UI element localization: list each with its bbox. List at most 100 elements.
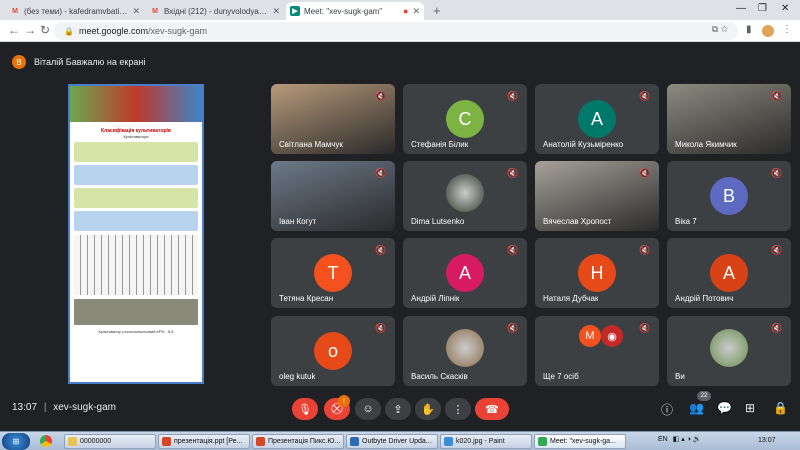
tab-gmail-2[interactable]: M Вхідні (212) - dunyvolodya@gmail ✕ <box>146 2 284 20</box>
address-bar[interactable]: 🔒 meet.google.com/xev-sugk-gam ⧉ ☆ <box>54 22 738 40</box>
mic-muted-icon: 🔇 <box>639 244 651 255</box>
chrome-icon[interactable] <box>40 435 52 447</box>
participant-tile[interactable]: o 🔇 oleg kutuk <box>271 316 395 386</box>
mic-muted-icon: 🔇 <box>507 167 519 178</box>
tab-meet[interactable]: ▶ Meet: "xev-sugk-gam" ● ✕ <box>286 2 424 20</box>
tab-gmail-1[interactable]: M (без теми) - kafedramvbati@gm ✕ <box>6 2 144 20</box>
presenter-text: Віталій Бавжалю на екрані <box>34 57 146 67</box>
participant-tile[interactable]: Н 🔇 Наталя Дубчак <box>535 238 659 308</box>
tab-title: (без теми) - kafedramvbati@gm <box>24 6 129 16</box>
participant-tile[interactable]: 🔇 Микола Якимчик <box>667 84 791 154</box>
present-button[interactable]: ⇪ <box>385 398 411 420</box>
raise-hand-button[interactable]: ✋ <box>415 398 441 420</box>
tray-icons[interactable]: ◧ ▴ ◑ 🔊 <box>673 435 702 443</box>
participant-avatar-photo <box>446 329 484 367</box>
more-options-button[interactable]: ⋮ <box>445 398 471 420</box>
taskbar-button[interactable]: k020.jpg - Paint <box>440 434 532 449</box>
browser-tab-bar: M (без теми) - kafedramvbati@gm ✕ M Вхід… <box>0 0 800 20</box>
participant-name: Стефанія Білик <box>411 140 469 149</box>
mic-muted-icon: 🔇 <box>771 167 783 178</box>
chat-icon[interactable]: 💬 <box>717 401 732 415</box>
slide-subtitle: Культиватори <box>123 134 149 139</box>
activities-icon[interactable]: ⊞ <box>745 401 755 415</box>
participant-name: Анатолій Кузьміренко <box>543 140 624 149</box>
participant-name: Наталя Дубчак <box>543 294 599 303</box>
start-button[interactable]: ⊞ <box>2 433 30 450</box>
app-icon <box>256 437 265 446</box>
mic-muted-icon: 🔇 <box>507 244 519 255</box>
participant-tile[interactable]: 🔇 Ви <box>667 316 791 386</box>
participant-name: Микола Якимчик <box>675 140 737 149</box>
participant-tile[interactable]: 🔇 Іван Когут <box>271 161 395 231</box>
taskbar-label: Meet: "xev-sugk-ga... <box>550 438 616 445</box>
participant-tile[interactable]: Т 🔇 Тетяна Кресан <box>271 238 395 308</box>
participant-tile[interactable]: М ◉ 🔇 Ще 7 осіб <box>535 316 659 386</box>
participant-name: Dima Lutsenko <box>411 217 465 226</box>
taskbar-button[interactable]: презентація.ppt [Ре... <box>158 434 250 449</box>
close-icon[interactable]: ✕ <box>412 6 420 17</box>
participant-tile[interactable]: 🔇 Світлана Мамчук <box>271 84 395 154</box>
participant-tile[interactable]: А 🔇 Андрій Потович <box>667 238 791 308</box>
app-icon <box>350 437 359 446</box>
system-tray: EN ◧ ▴ ◑ 🔊 <box>658 435 702 444</box>
participant-name: Андрій Потович <box>675 294 734 303</box>
people-icon[interactable]: 👥 <box>689 401 704 415</box>
captions-button[interactable]: ☺ <box>355 398 381 420</box>
shared-screen[interactable]: Класифікація культиваторів Культиватори … <box>68 84 204 384</box>
mic-muted-icon: 🔇 <box>375 90 387 101</box>
share-icon[interactable]: ⧉ ☆ <box>712 24 728 35</box>
participant-tile[interactable]: 🔇 Вячеслав Хропост <box>535 161 659 231</box>
slide-block <box>74 211 198 231</box>
mic-muted-icon: 🔇 <box>375 167 387 178</box>
slide-block <box>74 165 198 185</box>
profile-avatar[interactable] <box>762 25 774 37</box>
taskbar-label: 00000000 <box>80 438 112 445</box>
close-icon[interactable]: ✕ <box>132 6 140 17</box>
info-icon[interactable]: ⓘ <box>661 401 673 418</box>
mic-muted-icon: 🔇 <box>771 90 783 101</box>
leave-call-button[interactable]: ☎ <box>475 398 509 420</box>
back-icon[interactable]: ← <box>8 23 20 37</box>
close-window-icon[interactable]: ✕ <box>781 3 789 14</box>
side-panel-icon[interactable]: ▮ <box>746 24 752 35</box>
mic-muted-icon: 🔇 <box>639 90 651 101</box>
mic-off-button[interactable]: 🎙 <box>292 398 318 420</box>
participant-name: Іван Когут <box>279 217 317 226</box>
participant-tile[interactable]: 🔇 Василь Скасків <box>403 316 527 386</box>
taskbar-label: Презентація Пикс.Ю... <box>268 438 341 445</box>
minimize-icon[interactable]: — <box>736 3 746 14</box>
participant-avatar: o <box>314 332 352 370</box>
host-controls-icon[interactable]: 🔒 <box>773 401 788 415</box>
mic-muted-icon: 🔇 <box>771 322 783 333</box>
forward-icon[interactable]: → <box>24 23 36 37</box>
taskbar-button[interactable]: Meet: "xev-sugk-ga... <box>534 434 626 449</box>
participant-name: Василь Скасків <box>411 372 468 381</box>
slide-header-image <box>70 86 202 122</box>
participant-tile[interactable]: 🔇 Dima Lutsenko <box>403 161 527 231</box>
mic-muted-icon: 🔇 <box>375 322 387 333</box>
url-host: meet.google.com <box>78 26 149 36</box>
maximize-icon[interactable]: ❐ <box>758 3 767 14</box>
participant-name: oleg kutuk <box>279 372 316 381</box>
gmail-icon: M <box>12 7 18 15</box>
participant-tile[interactable]: А 🔇 Андрій Ліпнік <box>403 238 527 308</box>
lock-icon: 🔒 <box>64 26 74 36</box>
participant-name: Вячеслав Хропост <box>543 217 612 226</box>
participant-name: Андрій Ліпнік <box>411 294 460 303</box>
taskbar-button[interactable]: Презентація Пикс.Ю... <box>252 434 344 449</box>
participant-tile[interactable]: А 🔇 Анатолій Кузьміренко <box>535 84 659 154</box>
menu-icon[interactable]: ⋮ <box>782 24 792 35</box>
taskbar-button[interactable]: 00000000 <box>64 434 156 449</box>
participant-tile[interactable]: В 🔇 Вікa 7 <box>667 161 791 231</box>
participant-tile[interactable]: С 🔇 Стефанія Білик <box>403 84 527 154</box>
gmail-icon: M <box>152 7 158 15</box>
url-path: /xev-sugk-gam <box>148 26 208 36</box>
close-icon[interactable]: ✕ <box>272 6 280 17</box>
app-icon <box>68 437 77 446</box>
app-icon <box>444 437 453 446</box>
reload-icon[interactable]: ↻ <box>40 23 50 37</box>
taskbar-button[interactable]: Outbyte Driver Upda... <box>346 434 438 449</box>
participant-name: Тетяна Кресан <box>279 294 334 303</box>
language-indicator[interactable]: EN <box>658 436 668 443</box>
new-tab-icon[interactable]: + <box>433 3 441 18</box>
